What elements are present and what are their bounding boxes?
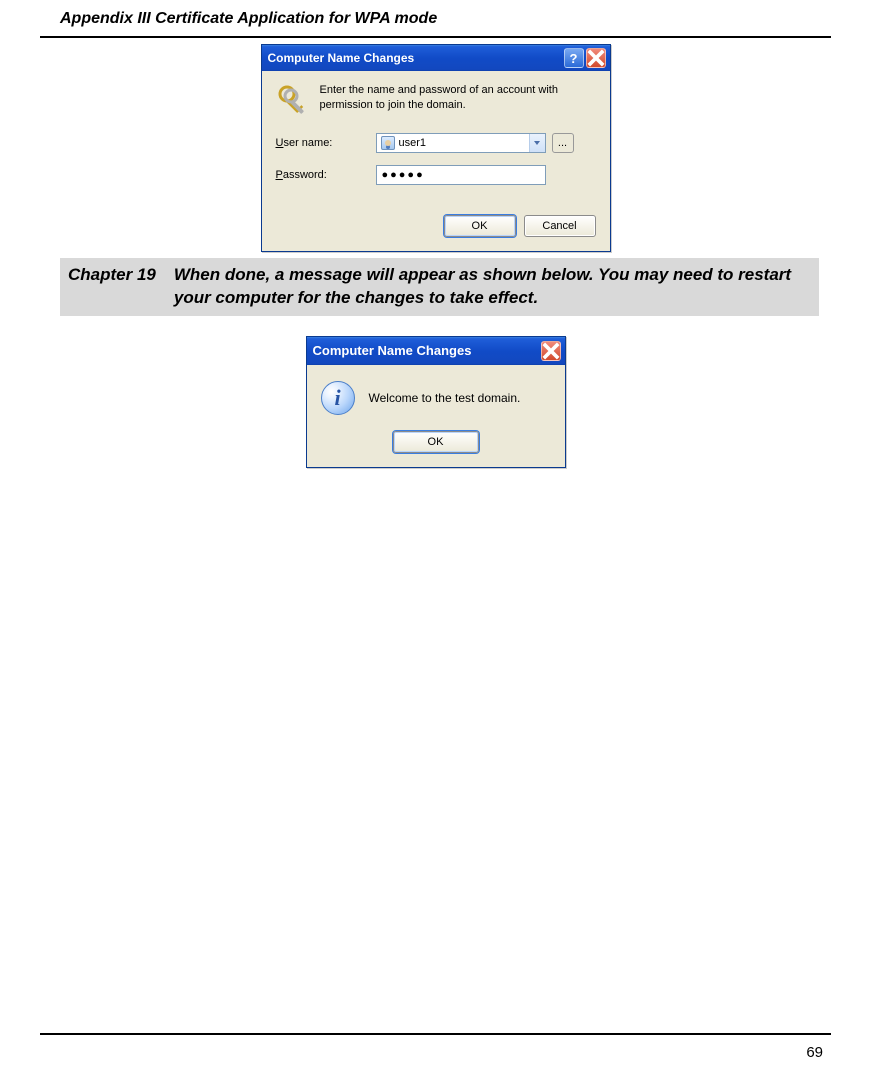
username-label: User name: [276,137,376,149]
password-input[interactable]: ●●●●● [376,165,546,185]
info-icon: i [321,381,355,415]
username-value: user1 [399,137,427,149]
help-button[interactable]: ? [564,48,584,68]
titlebar: Computer Name Changes ? [262,45,610,71]
ok-label: OK [472,220,488,232]
username-selected: user1 [381,136,427,150]
cancel-label: Cancel [542,220,576,232]
dialog-body: Enter the name and password of an accoun… [262,71,610,251]
titlebar-title: Computer Name Changes [268,51,415,65]
ok-button[interactable]: OK [444,215,516,237]
message-text: Welcome to the test domain. [369,391,521,405]
close-icon [587,49,605,67]
ok-label: OK [428,436,444,448]
page-number: 69 [806,1044,823,1061]
username-controls: user1 ... [376,133,574,153]
password-label: Password: [276,169,376,181]
chapter-strip: Chapter 19 When done, a message will app… [60,258,819,316]
header-divider [40,36,831,38]
windows-dialog-credentials: Computer Name Changes ? [261,44,611,252]
ok-button[interactable]: OK [393,431,479,453]
page-header: Appendix III Certificate Application for… [0,0,871,36]
dialog1-buttons: OK Cancel [276,215,596,237]
password-masked: ●●●●● [382,169,425,181]
close-button[interactable] [541,341,561,361]
figure-credentials-dialog: Computer Name Changes ? [0,44,871,252]
figure-welcome-dialog: Computer Name Changes i Welcome to the t… [0,336,871,468]
page-header-title: Appendix III Certificate Application for… [60,10,437,27]
chapter-label: Chapter 19 [68,264,156,285]
close-button[interactable] [586,48,606,68]
instruction-row: Enter the name and password of an accoun… [276,83,596,119]
dialog-body: i Welcome to the test domain. OK [307,365,565,467]
dialog2-buttons: OK [321,431,551,453]
chevron-down-icon [533,139,541,147]
browse-label: ... [558,137,567,149]
titlebar-title: Computer Name Changes [313,343,472,358]
close-icon [542,342,560,360]
instruction-text: Enter the name and password of an accoun… [320,83,596,113]
browse-button[interactable]: ... [552,133,574,153]
message-row: i Welcome to the test domain. [321,381,551,415]
footer-divider [40,1033,831,1035]
titlebar: Computer Name Changes [307,337,565,365]
titlebar-buttons: ? [564,48,606,68]
keys-icon [276,83,312,119]
windows-dialog-welcome: Computer Name Changes i Welcome to the t… [306,336,566,468]
password-row: Password: ●●●●● [276,165,596,185]
cancel-button[interactable]: Cancel [524,215,596,237]
username-combobox[interactable]: user1 [376,133,546,153]
chapter-text: When done, a message will appear as show… [174,264,811,310]
user-icon [381,136,395,150]
titlebar-buttons [541,341,561,361]
dropdown-button[interactable] [529,134,545,152]
username-row: User name: user1 ... [276,133,596,153]
